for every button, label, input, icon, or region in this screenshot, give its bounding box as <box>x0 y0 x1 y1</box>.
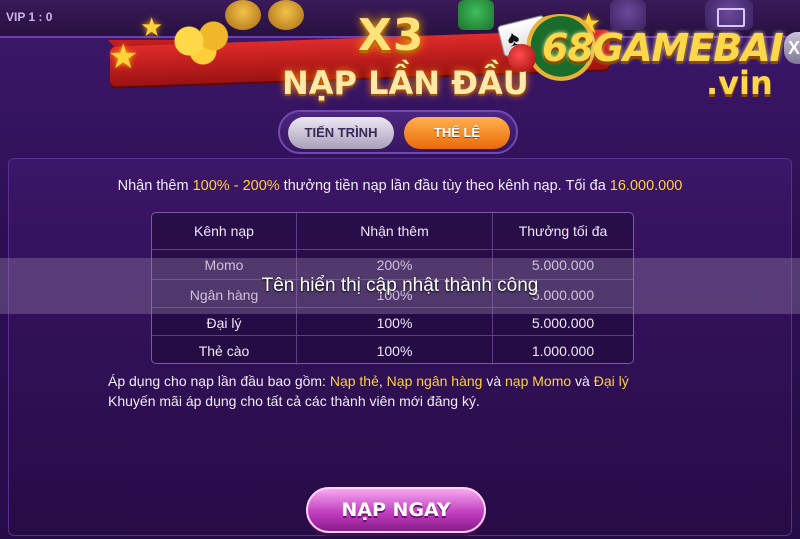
tab-bar: TIẾN TRÌNH THỂ LỆ <box>278 110 518 154</box>
close-button[interactable]: X <box>784 32 800 64</box>
desc-prefix: Nhận thêm <box>117 178 193 194</box>
table-cell: Thẻ cào <box>198 342 250 359</box>
brand-logo-suffix: .vin <box>706 64 773 102</box>
note-channel-card: Nạp thẻ <box>329 373 379 389</box>
star-icon: ★ <box>108 38 139 76</box>
note-channel-bank: Nạp ngân hàng <box>386 373 483 389</box>
tab-progress[interactable]: TIẾN TRÌNH <box>288 117 394 149</box>
vip-label: VIP 1 : 0 <box>6 10 53 24</box>
promo-description: Nhận thêm 100% - 200% thưởng tiền nạp lầ… <box>0 178 800 194</box>
gold-coin-icon <box>268 0 304 30</box>
applicable-channels-note: Áp dụng cho nạp lần đầu bao gồm: Nạp thẻ… <box>108 373 629 389</box>
desc-middle: thưởng tiền nạp lần đầu tùy theo kênh nạ… <box>279 178 610 194</box>
star-icon: ★ <box>140 12 164 42</box>
note-separator: và <box>482 373 506 389</box>
toast-message: Tên hiển thị cập nhật thành công <box>261 275 539 296</box>
coins-icon <box>168 16 238 66</box>
desc-bonus-range: 100% - 200% <box>192 178 280 194</box>
table-cell: 1.000.000 <box>492 336 633 365</box>
table-header: Kênh nạp <box>194 223 254 239</box>
bonus-multiplier: X3 <box>358 10 425 61</box>
note-prefix: Áp dụng cho nạp lần đầu bao gồm: <box>108 373 330 389</box>
table-header: Nhận thêm <box>296 213 492 249</box>
tab-rules[interactable]: THỂ LỆ <box>404 117 510 149</box>
note-separator: và <box>571 373 594 389</box>
banner-title: NẠP LẦN ĐẦU <box>282 64 529 102</box>
table-row: Thẻ cào 100% 1.000.000 <box>152 335 633 365</box>
note-channel-momo: nạp Momo <box>505 373 572 389</box>
table-header-row: Kênh nạp Nhận thêm Thưởng tối đa <box>152 213 633 249</box>
desc-max-amount: 16.000.000 <box>609 178 683 194</box>
eligibility-note: Khuyến mãi áp dụng cho tất cả các thành … <box>108 393 480 409</box>
note-channel-agent: Đại lý <box>593 373 629 389</box>
table-cell: 100% <box>296 336 492 365</box>
dice-icon <box>508 44 536 72</box>
note-separator: , <box>378 373 387 389</box>
add-icon <box>458 0 494 30</box>
toast-notification: Tên hiển thị cập nhật thành công <box>0 258 800 314</box>
deposit-now-button[interactable]: NẠP NGAY <box>306 487 486 533</box>
table-header: Thưởng tối đa <box>492 213 633 249</box>
